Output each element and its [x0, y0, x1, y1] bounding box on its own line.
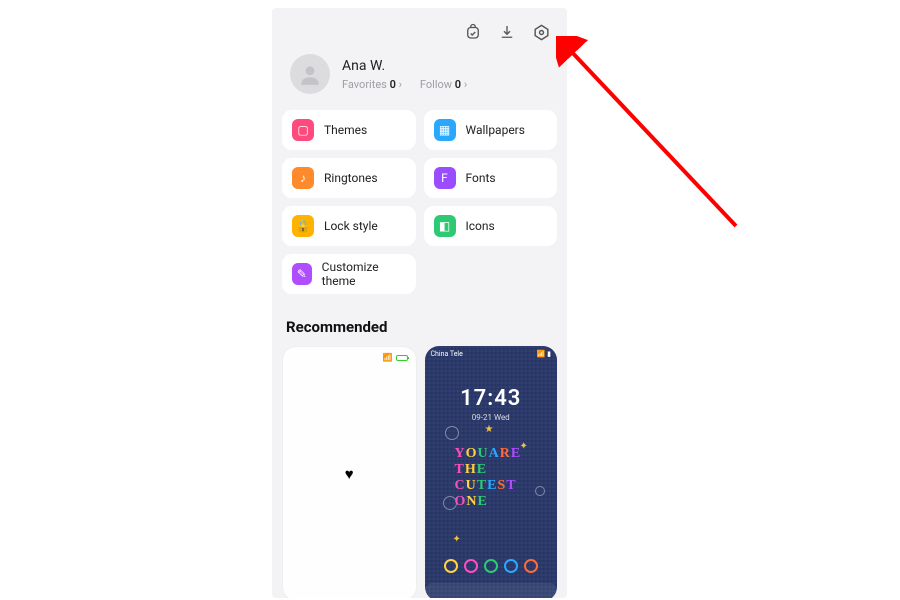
tile-ringtones[interactable]: ♪ Ringtones: [282, 158, 416, 198]
cutest-text: YOUARETHECUTESTONE: [455, 446, 522, 510]
theme-card-heart[interactable]: 📶 ♥: [282, 346, 417, 598]
tile-fonts[interactable]: F Fonts: [424, 158, 558, 198]
tile-icons[interactable]: ◧ Icons: [424, 206, 558, 246]
lockstyle-icon: 🔒: [292, 215, 314, 237]
download-icon[interactable]: [497, 22, 517, 42]
heart-icon: ♥: [345, 465, 354, 483]
icons-icon: ◧: [434, 215, 456, 237]
wallpapers-icon: ▦: [434, 119, 456, 141]
recommended-heading: Recommended: [272, 308, 567, 346]
profile-stats: Favorites 0 › Follow 0 ›: [342, 78, 467, 91]
theme-card-cutest[interactable]: China Tele 📶 ▮ 17:43 09-21 Wed ★✦✦ YOUAR…: [425, 346, 558, 598]
category-grid: ▢ Themes ▦ Wallpapers ♪ Ringtones F Fonts 🔒 Lock …: [272, 110, 567, 308]
tile-wallpapers[interactable]: ▦ Wallpapers: [424, 110, 558, 150]
smilie-row: [425, 559, 558, 573]
profile-row[interactable]: Ana W. Favorites 0 › Follow 0 ›: [272, 48, 567, 110]
tile-label: Themes: [324, 123, 367, 137]
app-screen: Ana W. Favorites 0 › Follow 0 › ▢ Themes ▦…: [272, 8, 567, 598]
themes-icon: ▢: [292, 119, 314, 141]
tile-themes[interactable]: ▢ Themes: [282, 110, 416, 150]
tile-label: Ringtones: [324, 171, 378, 185]
tile-label: Customize theme: [322, 260, 406, 288]
annotation-arrow: [556, 36, 776, 256]
tile-lockstyle[interactable]: 🔒 Lock style: [282, 206, 416, 246]
statusbar: 📶: [383, 353, 408, 362]
recommended-cards: 📶 ♥ China Tele 📶 ▮ 17:43 09-21 Wed ★✦✦ Y…: [272, 346, 567, 598]
bag-icon[interactable]: [463, 22, 483, 42]
tile-label: Icons: [466, 219, 495, 233]
ringtones-icon: ♪: [292, 167, 314, 189]
tile-customize[interactable]: ✎ Customize theme: [282, 254, 416, 294]
tile-label: Lock style: [324, 219, 378, 233]
avatar: [290, 54, 330, 94]
customize-icon: ✎: [292, 263, 312, 285]
profile-name: Ana W.: [342, 58, 467, 74]
statusbar: China Tele 📶 ▮: [431, 350, 552, 358]
tile-label: Fonts: [466, 171, 496, 185]
lockscreen-clock: 17:43 09-21 Wed: [425, 386, 558, 422]
top-toolbar: [272, 8, 567, 48]
tile-label: Wallpapers: [466, 123, 525, 137]
fonts-icon: F: [434, 167, 456, 189]
settings-icon[interactable]: [531, 22, 551, 42]
